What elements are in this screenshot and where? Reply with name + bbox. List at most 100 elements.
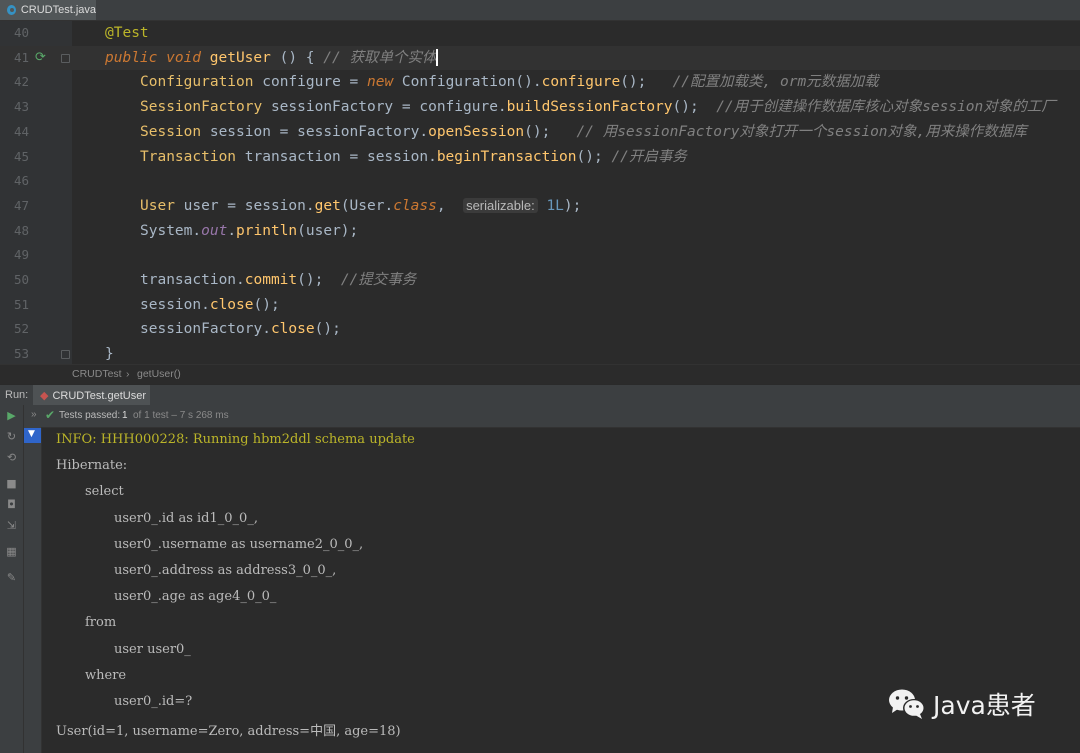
code-token: transaction.	[140, 272, 245, 288]
code-token: sessionFactory.	[140, 321, 271, 338]
code-token: Session	[140, 123, 202, 140]
code-token: void	[166, 49, 210, 66]
layout-icon[interactable]: ▦	[5, 545, 18, 558]
breadcrumb-class[interactable]: CRUDTest	[72, 365, 122, 384]
tests-summary: of 1 test – 7 s 268 ms	[133, 410, 229, 421]
code-line: 47 User user = session.get(User.class, se…	[0, 194, 1080, 219]
code-token: Configuration().	[401, 74, 542, 91]
console-line: user0_.id=?	[114, 694, 193, 709]
code-token: ();	[297, 272, 341, 288]
rerun-icon[interactable]: ▶	[5, 409, 18, 422]
line-number: 41	[13, 49, 29, 65]
code-token: }	[105, 346, 114, 363]
toggle-auto-test-icon[interactable]: ⟲	[5, 451, 18, 464]
code-token: SessionFactory	[140, 99, 263, 116]
code-token: ();	[524, 123, 577, 140]
line-number: 47	[13, 197, 29, 213]
code-token: ();	[576, 148, 612, 165]
code-line: 48 System.out.println(user);	[0, 219, 1080, 244]
code-token: user = session.	[174, 197, 315, 214]
run-label: Run:	[5, 389, 29, 401]
code-line: 51 session.close();	[0, 293, 1080, 318]
code-token: // 用sessionFactory对象打开一个session对象,用来操作数据…	[576, 123, 1027, 140]
code-line: 53}	[0, 342, 1080, 364]
code-token: User	[140, 197, 175, 214]
console-line: Hibernate:	[56, 458, 128, 474]
code-token: // 获取单个实体	[323, 49, 437, 66]
code-token: transaction = session.	[236, 148, 437, 165]
java-class-icon	[7, 5, 16, 15]
line-number: 51	[13, 296, 29, 312]
parameter-hint: serializable:	[463, 197, 538, 213]
test-tree-selection[interactable]: ▼	[24, 428, 41, 443]
code-editor[interactable]: 40 @Test 41 ⟳ public void getUser () { // 获取…	[0, 21, 1080, 364]
line-number: 52	[13, 321, 29, 337]
code-text: session.close();	[140, 293, 280, 318]
console-line: user user0_	[114, 641, 191, 657]
editor-tab-crudtest[interactable]: CRUDTest.java	[0, 0, 96, 20]
code-token: out	[201, 222, 228, 239]
code-token: ();	[253, 296, 280, 313]
code-token: //提交事务	[340, 272, 417, 288]
export-icon[interactable]: ⇲	[5, 519, 18, 532]
text-caret	[436, 49, 439, 67]
code-text: User user = session.get(User.class, seri…	[140, 194, 581, 219]
code-token: ();	[672, 99, 717, 116]
code-token: .	[227, 222, 237, 239]
code-token: buildSessionFactory	[506, 99, 673, 116]
code-line: 44 Session session = sessionFactory.openS…	[0, 120, 1080, 145]
line-number: 53	[13, 346, 29, 362]
code-token: public	[105, 49, 167, 66]
test-tree-panel	[24, 427, 42, 753]
code-token: openSession	[428, 123, 525, 140]
code-token: ();	[314, 321, 341, 338]
code-text: @Test	[105, 21, 149, 46]
run-status-bar: » ✔ Tests passed: 1 of 1 test – 7 s 268 …	[0, 405, 1080, 428]
code-text: }	[105, 342, 114, 364]
code-token: sessionFactory = configure.	[262, 99, 507, 116]
code-line: 45 Transaction transaction = session.begi…	[0, 145, 1080, 170]
code-token: println	[236, 222, 298, 239]
collapse-arrow-icon[interactable]: ▼	[28, 429, 35, 439]
console-line: user0_.username as username2_0_0_,	[114, 536, 364, 552]
code-token: Configuration	[140, 74, 254, 91]
code-token: (User.	[340, 197, 394, 214]
code-text: Session session = sessionFactory.openSes…	[140, 120, 1027, 145]
run-tab-crudtest-getuser[interactable]: ◆ CRUDTest.getUser	[33, 385, 150, 406]
stop-icon[interactable]: ■	[5, 477, 18, 490]
line-number: 48	[13, 222, 29, 238]
line-number: 46	[13, 173, 29, 189]
code-line: 42 Configuration configure = new Configur…	[0, 70, 1080, 95]
code-token: beginTransaction	[436, 148, 577, 165]
console-line: INFO: HHH000228: Running hbm2ddl schema …	[56, 432, 415, 447]
camera-icon[interactable]: ◘	[5, 498, 18, 511]
line-number: 45	[13, 148, 29, 164]
code-token: class	[393, 197, 437, 214]
console-line: User(id=1, username=Zero, address=中国, ag…	[56, 724, 401, 740]
code-token: );	[563, 197, 582, 214]
code-token: new	[367, 74, 402, 91]
code-token: Transaction	[140, 148, 237, 165]
expand-icon[interactable]: »	[31, 409, 37, 420]
fold-marker-icon[interactable]	[61, 53, 70, 63]
code-token: //用于创建操作数据库核心对象session对象的工厂	[716, 99, 1056, 116]
line-number: 49	[13, 247, 29, 263]
tests-passed-label: Tests passed:	[59, 410, 121, 421]
fold-marker-icon[interactable]	[61, 350, 70, 360]
code-token: session.	[140, 296, 210, 313]
console-line: where	[85, 667, 127, 683]
code-line: 50 transaction.commit(); //提交事务	[0, 268, 1080, 293]
code-text: sessionFactory.close();	[140, 317, 341, 342]
watermark: Java患者	[887, 686, 1036, 722]
console-line: select	[85, 484, 124, 500]
rerun-failed-icon[interactable]: ↻	[5, 430, 18, 443]
code-token: @Test	[105, 25, 149, 41]
code-text: transaction.commit(); //提交事务	[140, 268, 416, 293]
code-token: close	[209, 296, 254, 313]
pin-icon[interactable]: ✎	[5, 571, 18, 584]
code-text: Transaction transaction = session.beginT…	[140, 145, 687, 170]
code-line: 49	[0, 243, 1080, 268]
editor-tab-label: CRUDTest.java	[20, 4, 96, 16]
code-token: ,	[436, 197, 464, 214]
breadcrumb-method[interactable]: getUser()	[137, 365, 181, 384]
